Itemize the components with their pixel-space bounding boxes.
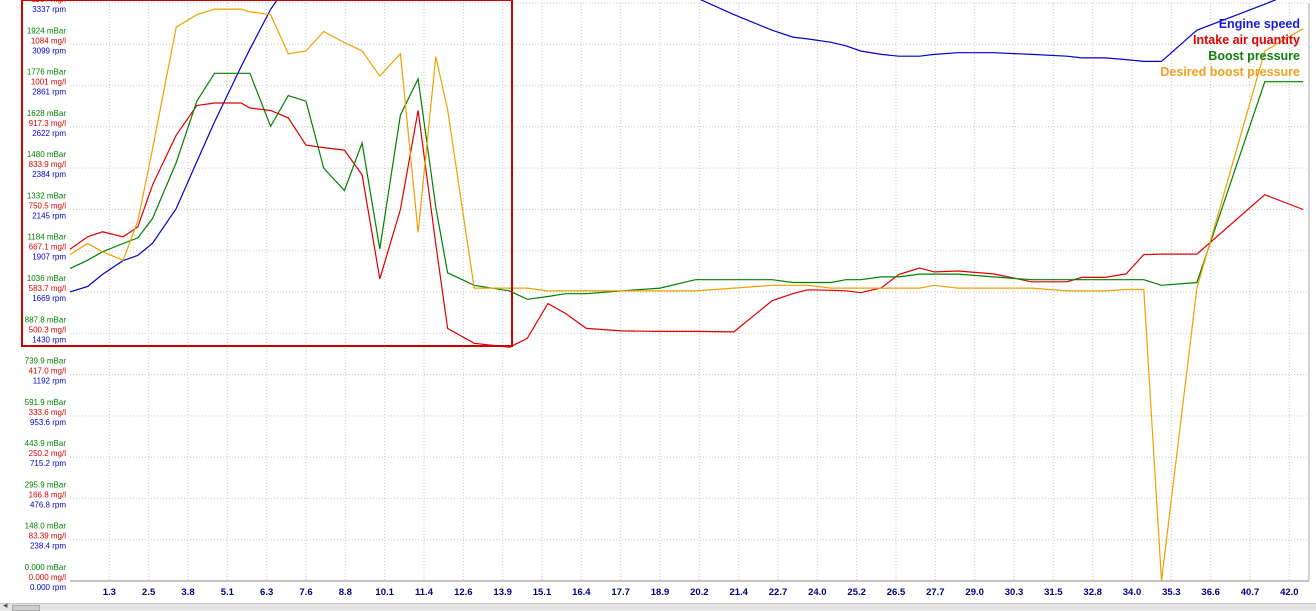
y-tick-label: 333.6 mg/l (29, 408, 67, 417)
y-tick-label: 295.9 mBar (25, 480, 67, 489)
y-axis-ticks: 0.000 mBar0.000 mg/l0.000 rpm148.0 mBar8… (25, 0, 67, 592)
x-tick-label: 11.4 (415, 587, 434, 598)
x-tick-label: 29.0 (965, 587, 984, 598)
y-tick-label: 238.4 rpm (30, 542, 66, 551)
x-tick-label: 27.7 (926, 587, 945, 598)
y-tick-label: 1924 mBar (27, 26, 66, 35)
series-lines (69, 0, 1304, 582)
chart-window: 0.000 mBar 0.000 mg/l 0.000 rpm 148.0 mBar 8… (0, 0, 1316, 611)
y-tick-label: 417.0 mg/l (29, 367, 67, 376)
x-tick-label: 13.9 (493, 587, 512, 598)
y-tick-label: 953.6 rpm (30, 418, 66, 427)
x-tick-label: 26.5 (887, 587, 906, 598)
x-tick-label: 42.0 (1280, 587, 1299, 598)
y-tick-label: 1480 mBar (27, 150, 66, 159)
y-tick-label: 0.000 mg/l (29, 573, 67, 582)
y-tick-label: 148.0 mBar (25, 522, 67, 531)
y-tick-label: 443.9 mBar (25, 439, 67, 448)
x-tick-label: 10.1 (375, 587, 394, 598)
legend-engine-speed: Engine speed (1218, 17, 1300, 31)
y-tick-label: 3099 rpm (32, 46, 66, 55)
x-tick-label: 2.5 (142, 587, 156, 598)
y-tick-label: 917.3 mg/l (29, 119, 67, 128)
legend: Engine speed Intake air quantity Boost p… (1160, 16, 1300, 80)
x-tick-label: 17.7 (611, 587, 630, 598)
x-tick-label: 31.5 (1044, 587, 1063, 598)
x-tick-label: 32.8 (1083, 587, 1102, 598)
x-tick-label: 34.0 (1123, 587, 1142, 598)
y-tick-label: 1332 mBar (27, 191, 66, 200)
y-tick-label: 1776 mBar (27, 68, 66, 77)
x-tick-label: 36.6 (1201, 587, 1220, 598)
y-tick-label: 2145 rpm (32, 211, 66, 220)
y-tick-label: 2861 rpm (32, 88, 66, 97)
series-line-intake-air (69, 102, 1304, 348)
y-tick-label: 1430 rpm (32, 335, 66, 344)
x-tick-label: 40.7 (1241, 587, 1260, 598)
x-tick-label: 3.8 (181, 587, 194, 598)
x-tick-label: 5.1 (221, 587, 235, 598)
x-tick-label: 30.3 (1005, 587, 1024, 598)
x-tick-label: 24.0 (808, 587, 827, 598)
x-tick-label: 1.3 (103, 587, 116, 598)
legend-intake-air-quantity: Intake air quantity (1193, 33, 1300, 47)
series-line-boost (69, 72, 1304, 300)
y-tick-label: 715.2 rpm (30, 459, 66, 468)
y-tick-label: 739.9 mBar (25, 357, 67, 366)
x-tick-label: 22.7 (769, 587, 788, 598)
y-tick-label: 887.8 mBar (25, 315, 67, 324)
x-tick-label: 15.1 (533, 587, 552, 598)
x-tick-label: 18.9 (651, 587, 670, 598)
x-tick-label: 25.2 (847, 587, 866, 598)
x-axis-ticks: 1.3 2.5 3.8 5.1 6.3 7.6 8.8 10.1 11.4 12.6 13.9 15.… (103, 587, 1299, 598)
legend-desired-boost-pressure: Desired boost pressure (1160, 65, 1300, 79)
legend-boost-pressure: Boost pressure (1208, 49, 1300, 63)
y-tick-label: 591.9 mBar (25, 398, 67, 407)
scroll-left-icon[interactable]: ◂ (3, 600, 8, 611)
x-tick-label: 7.6 (299, 587, 312, 598)
y-tick-label: 667.1 mg/l (29, 243, 67, 252)
x-tick-label: 16.4 (572, 587, 591, 598)
y-tick-label: 3337 rpm (32, 5, 66, 14)
y-tick-label: 1036 mBar (27, 274, 66, 283)
y-tick-label: 750.5 mg/l (29, 201, 67, 210)
y-tick-label: 476.8 rpm (30, 500, 66, 509)
x-tick-label: 20.2 (690, 587, 709, 598)
y-tick-label: 2622 rpm (32, 129, 66, 138)
series-line-desired-boost (69, 8, 1304, 582)
series-line-engine-speed (69, 0, 1277, 293)
y-tick-label: 1084 mg/l (31, 36, 66, 45)
scrollbar-thumb[interactable] (12, 605, 40, 611)
line-chart: 0.000 mBar0.000 mg/l0.000 rpm148.0 mBar8… (21, 0, 1310, 598)
y-tick-label: 0.000 mBar (25, 563, 67, 572)
y-tick-label: 250.2 mg/l (29, 449, 67, 458)
y-tick-label: 1628 mBar (27, 109, 66, 118)
x-tick-label: 6.3 (260, 587, 273, 598)
y-tick-label: 166.8 mg/l (29, 490, 67, 499)
y-tick-label: 2384 rpm (32, 170, 66, 179)
y-tick-label: 83.39 mg/l (29, 532, 67, 541)
x-tick-label: 35.3 (1162, 587, 1181, 598)
y-tick-label: 1669 rpm (32, 294, 66, 303)
x-tick-label: 12.6 (454, 587, 473, 598)
y-tick-label: 583.7 mg/l (29, 284, 67, 293)
y-tick-label: 1907 rpm (32, 253, 66, 262)
x-tick-label: 8.8 (339, 587, 352, 598)
y-tick-label: 500.3 mg/l (29, 325, 67, 334)
y-tick-label: 0.000 rpm (30, 583, 66, 592)
y-tick-label: 1184 mBar (27, 233, 66, 242)
x-tick-label: 21.4 (729, 587, 748, 598)
y-tick-label: 1192 rpm (33, 377, 67, 386)
y-tick-label: 1001 mg/l (31, 78, 66, 87)
y-tick-label: 833.9 mg/l (29, 160, 67, 169)
